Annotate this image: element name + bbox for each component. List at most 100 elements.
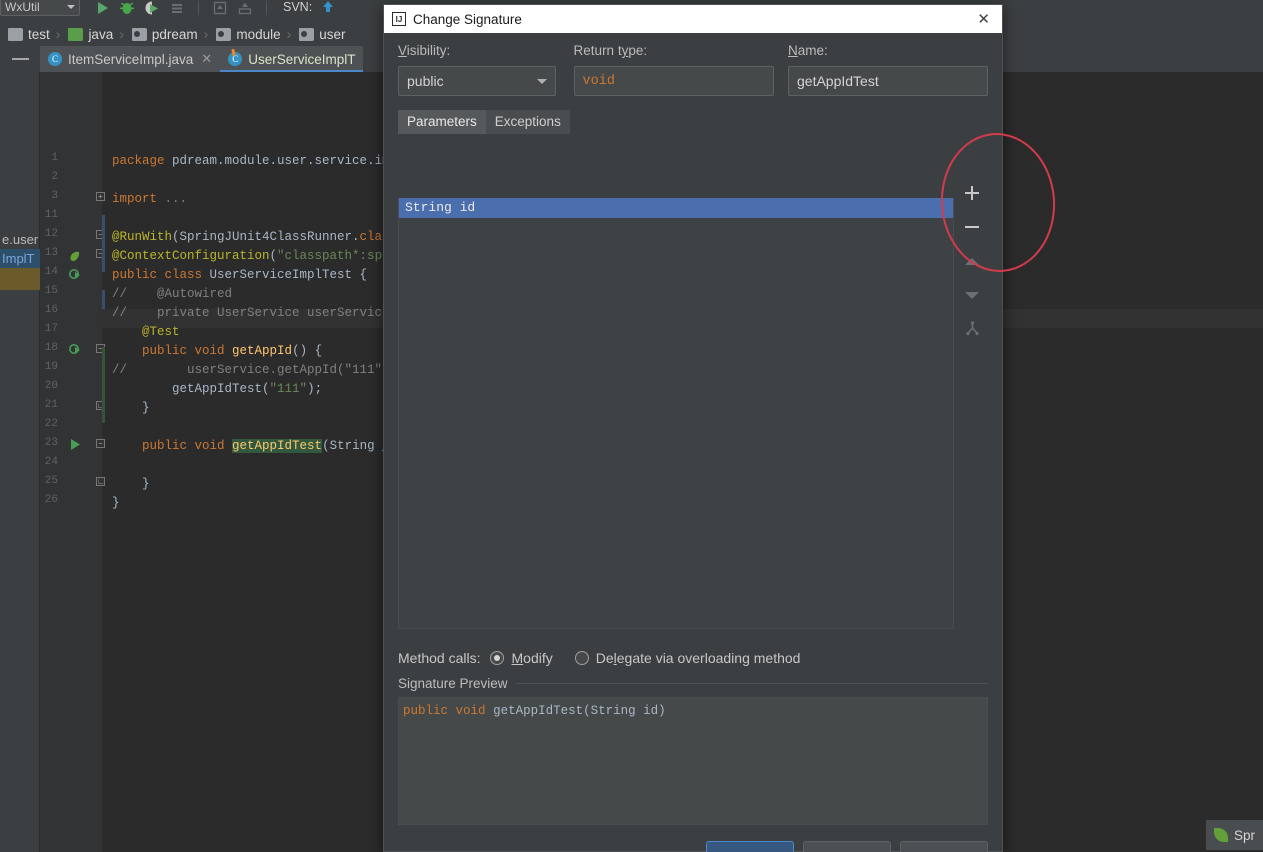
stop-icon (169, 0, 185, 16)
parameters-table[interactable]: String id (398, 198, 954, 629)
propagate-parameters-button[interactable] (956, 314, 988, 348)
method-name-input[interactable]: getAppIdTest (788, 66, 988, 96)
editor-tab-user-service-impl-test[interactable]: C UserServiceImplT (220, 46, 364, 72)
tab-parameters[interactable]: Parameters (398, 110, 486, 134)
signature-modifier: public (403, 704, 449, 718)
run-icon[interactable] (94, 0, 110, 16)
visibility-select[interactable]: public (398, 66, 556, 96)
name-field-group: Name: getAppIdTest (788, 43, 988, 96)
run-configuration-selector[interactable]: WxUtil (0, 0, 80, 16)
breadcrumb-label: test (28, 26, 50, 42)
spring-bean-icon[interactable] (68, 250, 81, 266)
radio-modify-label: Modify (511, 650, 553, 666)
run-test-class-icon[interactable] (68, 268, 82, 285)
plus-icon (965, 186, 979, 200)
return-type-input[interactable]: void (573, 66, 774, 96)
method-calls-label: Method calls: (398, 650, 481, 666)
svn-update-icon[interactable] (320, 0, 336, 15)
breadcrumb-label: pdream (151, 26, 198, 42)
preview-button[interactable] (803, 841, 891, 852)
breadcrumb-label: user (319, 26, 346, 42)
toolbar-divider (198, 1, 199, 15)
line-number: 13 (44, 247, 58, 259)
run-test-method-icon[interactable] (68, 343, 82, 360)
visibility-field-group: Visibility: public (398, 43, 574, 96)
branch-icon (965, 321, 980, 341)
remove-parameter-button[interactable] (956, 210, 988, 244)
table-row[interactable]: String id (399, 198, 953, 218)
signature-return-type: void (455, 704, 486, 718)
minimize-icon (11, 58, 29, 60)
line-number: 16 (44, 304, 58, 316)
commit-icon (237, 0, 253, 16)
editor-tab-item-service-impl[interactable]: C ItemServiceImpl.java ✕ (40, 46, 221, 72)
line-number: 18 (44, 342, 58, 354)
line-number: 19 (44, 361, 58, 373)
method-calls-group: Method calls: Modify Delegate via overlo… (398, 650, 988, 666)
radio-modify[interactable]: Modify (490, 650, 553, 666)
return-type-field-group: Return type: void (573, 43, 788, 96)
line-number: 24 (44, 456, 58, 468)
breadcrumb-item-test[interactable]: test (0, 22, 56, 46)
line-number: 23 (44, 437, 58, 449)
line-number: 2 (51, 171, 58, 183)
screen: WxUtil SVN: test › java › pdream › modul… (0, 0, 1263, 852)
arrow-down-icon (965, 291, 979, 299)
minus-icon (965, 226, 979, 228)
folder-icon (8, 27, 23, 41)
parameters-exceptions-tabs: Parameters Exceptions (398, 110, 988, 134)
line-number: 26 (44, 494, 58, 506)
chevron-down-icon (67, 5, 75, 9)
arrow-up-icon (965, 257, 979, 265)
toolbar-icon-group (94, 0, 271, 16)
tab-exceptions[interactable]: Exceptions (485, 110, 570, 134)
editor-gutter[interactable]: 1 2 3 11 12 13 14 15 16 17 18 19 20 21 2… (40, 72, 105, 852)
debug-icon[interactable] (119, 0, 135, 16)
line-number: 21 (44, 399, 58, 411)
breadcrumb-item-user[interactable]: user (291, 22, 351, 46)
group-divider (515, 683, 988, 684)
dialog-title-bar[interactable]: IJ Change Signature ✕ (384, 5, 1002, 33)
breadcrumb-item-module[interactable]: module (208, 22, 286, 46)
refactor-button[interactable] (706, 841, 794, 852)
cancel-button[interactable] (900, 841, 988, 852)
vcs-change-marker (102, 215, 105, 272)
run-method-icon[interactable] (69, 438, 82, 454)
line-number: 15 (44, 285, 58, 297)
change-signature-dialog[interactable]: IJ Change Signature ✕ Visibility: public… (383, 4, 1003, 852)
package-icon (299, 27, 315, 41)
visibility-value: public (407, 73, 444, 89)
run-with-coverage-icon[interactable] (144, 0, 160, 16)
spring-tool-window-label: Spr (1233, 827, 1255, 843)
line-number: 11 (44, 209, 58, 221)
java-test-class-icon: C (228, 52, 243, 66)
dialog-body: Visibility: public Return type: void Nam… (384, 33, 1002, 841)
hide-panel-button[interactable] (0, 46, 40, 72)
signature-preview-header: Signature Preview (398, 676, 988, 691)
radio-button-selected-icon (490, 651, 505, 665)
source-folder-icon (68, 27, 84, 41)
radio-delegate[interactable]: Delegate via overloading method (574, 650, 800, 666)
line-number: 20 (44, 380, 58, 392)
move-parameter-down-button[interactable] (956, 278, 988, 312)
close-icon[interactable]: ✕ (971, 9, 996, 30)
name-label: Name: (788, 43, 828, 58)
move-parameter-up-button[interactable] (956, 244, 988, 278)
method-name-value: getAppIdTest (797, 73, 879, 89)
line-number: 25 (44, 475, 58, 487)
spring-tool-window-button[interactable]: Spr (1205, 820, 1263, 850)
add-parameter-button[interactable] (956, 176, 988, 210)
line-number: 1 (51, 152, 58, 164)
dialog-button-bar (384, 841, 1002, 852)
return-type-label: Return type: (573, 43, 648, 58)
line-number: 22 (44, 418, 58, 430)
line-number: 12 (44, 228, 58, 240)
close-icon[interactable]: ✕ (201, 51, 212, 67)
return-type-value: void (582, 73, 615, 89)
signature-method-name: getAppIdTest (493, 704, 584, 718)
breadcrumb-item-pdream[interactable]: pdream (124, 22, 204, 46)
breadcrumb-item-java[interactable]: java (60, 22, 119, 46)
breadcrumb-label: java (88, 26, 114, 42)
package-icon (216, 27, 232, 41)
signature-params: (String id) (583, 704, 666, 718)
